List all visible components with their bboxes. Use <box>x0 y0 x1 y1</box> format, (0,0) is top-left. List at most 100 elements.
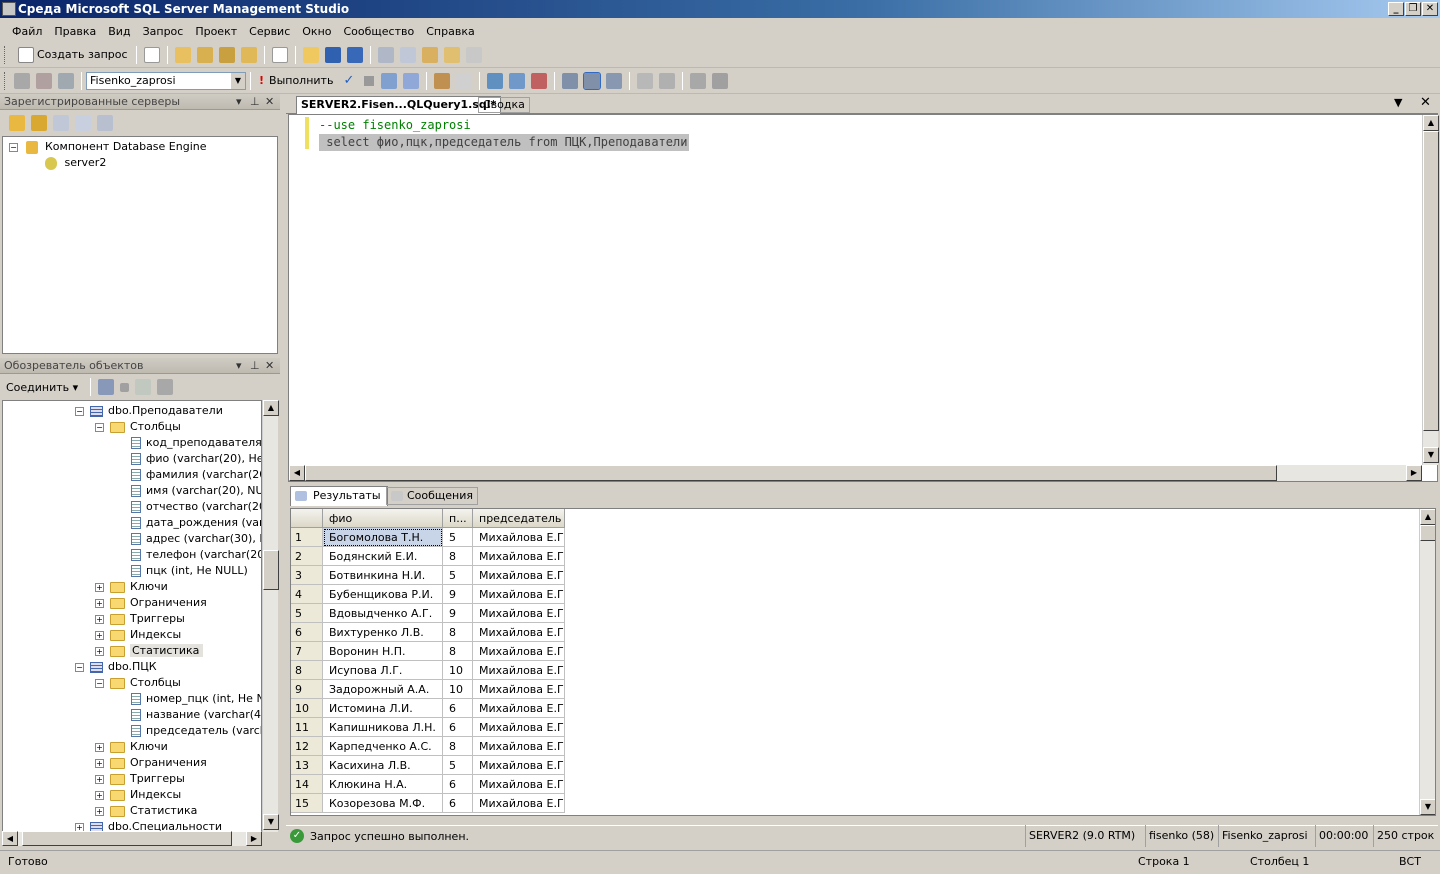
tree-node-table[interactable]: − dbo.ПЦК <box>75 659 157 675</box>
expand-icon[interactable]: + <box>95 806 104 816</box>
object-explorer-icon[interactable] <box>399 46 416 63</box>
column-header[interactable]: председатель <box>473 509 565 528</box>
tabs-dropdown-icon[interactable]: ▼ <box>1394 96 1402 109</box>
table-cell[interactable]: 8 <box>443 623 473 642</box>
compact-query-icon[interactable] <box>271 46 288 63</box>
table-cell[interactable]: Ботвинкина Н.И. <box>323 566 443 585</box>
expand-icon[interactable]: + <box>95 614 104 624</box>
menu-tools[interactable]: Сервис <box>243 25 296 38</box>
code-line-1[interactable]: --use fisenko_zaprosi <box>319 117 471 134</box>
tree-node-column[interactable]: название (varchar(40), <box>131 707 261 723</box>
table-cell[interactable]: Михайлова Е.Г. <box>473 566 565 585</box>
minimize-button[interactable]: _ <box>1388 2 1404 16</box>
table-cell[interactable]: 5 <box>443 566 473 585</box>
row-number[interactable]: 14 <box>291 775 323 794</box>
table-cell[interactable]: Воронин Н.П. <box>323 642 443 661</box>
scroll-thumb[interactable] <box>1420 525 1435 541</box>
tab-summary[interactable]: Сводка <box>478 97 530 113</box>
table-cell[interactable]: Вдовыдченко А.Г. <box>323 604 443 623</box>
open-file-icon[interactable] <box>302 46 319 63</box>
disconnect-icon[interactable] <box>36 72 52 89</box>
scroll-thumb[interactable] <box>305 465 1277 481</box>
new-query-button[interactable]: Создать запрос <box>11 46 132 63</box>
row-number[interactable]: 11 <box>291 718 323 737</box>
save-icon[interactable] <box>324 46 341 63</box>
results-to-file-icon[interactable] <box>606 72 623 89</box>
row-number[interactable]: 12 <box>291 737 323 756</box>
tree-node-column[interactable]: телефон (varchar(20), <box>131 547 261 563</box>
stop-icon[interactable] <box>120 382 130 392</box>
tree-node-folder[interactable]: + Индексы <box>95 627 181 643</box>
scroll-down-icon[interactable]: ▼ <box>263 814 279 830</box>
execute-button[interactable]: ! Выполнить <box>255 74 337 87</box>
tree-node-folder[interactable]: + Ключи <box>95 579 168 595</box>
scroll-up-icon[interactable]: ▲ <box>1423 115 1439 131</box>
table-cell[interactable]: 9 <box>443 585 473 604</box>
decrease-indent-icon[interactable] <box>690 72 707 89</box>
table-cell[interactable]: Касихина Л.В. <box>323 756 443 775</box>
new-file-icon[interactable] <box>143 46 160 63</box>
menu-query[interactable]: Запрос <box>137 25 190 38</box>
table-cell[interactable]: 6 <box>443 775 473 794</box>
query-designer-icon[interactable] <box>403 72 420 89</box>
table-cell[interactable]: Михайлова Е.Г. <box>473 756 565 775</box>
table-cell[interactable]: 5 <box>443 528 473 547</box>
table-cell[interactable]: Истомина Л.И. <box>323 699 443 718</box>
row-number[interactable]: 7 <box>291 642 323 661</box>
row-number[interactable]: 8 <box>291 661 323 680</box>
expand-icon[interactable]: + <box>95 742 104 752</box>
table-cell[interactable]: Бубенщикова Р.И. <box>323 585 443 604</box>
close-button[interactable]: ✕ <box>1422 2 1438 16</box>
row-number[interactable]: 6 <box>291 623 323 642</box>
table-cell[interactable]: Михайлова Е.Г. <box>473 585 565 604</box>
comment-lines-icon[interactable] <box>637 72 654 89</box>
table-cell[interactable]: 8 <box>443 642 473 661</box>
close-icon[interactable]: ✕ <box>265 358 274 374</box>
column-header[interactable]: п... <box>443 509 473 528</box>
table-cell[interactable]: Клюкина Н.А. <box>323 775 443 794</box>
results-to-grid-active-icon[interactable] <box>583 71 602 90</box>
table-cell[interactable]: Вихтуренко Л.В. <box>323 623 443 642</box>
menu-project[interactable]: Проект <box>189 25 243 38</box>
expand-icon[interactable]: + <box>95 790 104 800</box>
table-cell[interactable]: Михайлова Е.Г. <box>473 680 565 699</box>
tree-node-folder[interactable]: + Ограничения <box>95 755 207 771</box>
table-cell[interactable]: Капишникова Л.Н. <box>323 718 443 737</box>
panel-dropdown-icon[interactable]: ▾ <box>236 358 242 374</box>
tree-node-column[interactable]: отчество (varchar(20), <box>131 499 261 515</box>
tree-node-folder[interactable]: + Триггеры <box>95 611 185 627</box>
row-number[interactable]: 9 <box>291 680 323 699</box>
editor-vscroll[interactable]: ▲ ▼ <box>1422 115 1439 465</box>
table-cell[interactable]: Михайлова Е.Г. <box>473 794 565 813</box>
tree-node-column[interactable]: код_преподавателя (i <box>131 435 261 451</box>
database-engine-query-icon[interactable] <box>174 46 191 63</box>
cancel-query-icon[interactable] <box>364 75 375 86</box>
filter-icon[interactable] <box>157 379 174 395</box>
tree-node-column[interactable]: председатель (varcha <box>131 723 261 739</box>
expand-icon[interactable]: + <box>95 774 104 784</box>
row-number[interactable]: 3 <box>291 566 323 585</box>
intellisense-icon[interactable] <box>456 72 473 89</box>
row-number[interactable]: 4 <box>291 585 323 604</box>
analysis-services-icon[interactable] <box>31 115 47 131</box>
grid-corner[interactable] <box>291 509 323 528</box>
expand-icon[interactable]: + <box>95 630 104 640</box>
properties-icon[interactable] <box>465 46 482 63</box>
close-icon[interactable]: ✕ <box>265 94 274 110</box>
scroll-up-icon[interactable]: ▲ <box>263 400 279 416</box>
template-explorer-icon[interactable] <box>421 46 438 63</box>
table-cell[interactable]: 10 <box>443 680 473 699</box>
results-to-grid-icon[interactable] <box>562 72 579 89</box>
tree-node-column[interactable]: дата_рождения (varch <box>131 515 261 531</box>
registered-servers-icon[interactable] <box>377 46 394 63</box>
tree-node-column[interactable]: номер_пцк (int, Не NUL <box>131 691 261 707</box>
scroll-right-icon[interactable]: ▶ <box>246 831 262 846</box>
tree-node-column[interactable]: фамилия (varchar(20), <box>131 467 261 483</box>
database-select[interactable]: Fisenko_zaprosi ▼ <box>86 71 246 90</box>
sql-editor[interactable]: --use fisenko_zaprosi select фио,пцк,пре… <box>288 114 1439 482</box>
scroll-thumb[interactable] <box>1423 131 1439 431</box>
object-explorer-hscroll[interactable]: ◀ ▶ <box>2 831 262 846</box>
table-cell[interactable]: Михайлова Е.Г. <box>473 661 565 680</box>
table-cell[interactable]: Богомолова Т.Н. <box>323 528 443 547</box>
expand-icon[interactable]: + <box>95 758 104 768</box>
